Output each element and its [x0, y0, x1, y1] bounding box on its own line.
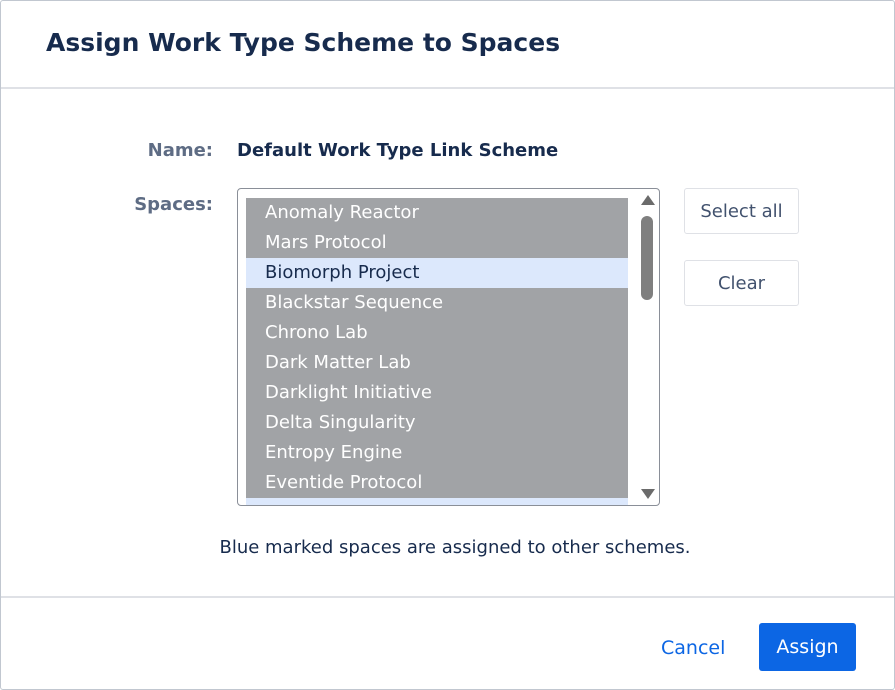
clear-button[interactable]: Clear [684, 260, 799, 306]
space-option[interactable]: Eventide Protocol [246, 468, 628, 498]
listbox-scrollbar[interactable] [637, 189, 659, 505]
space-option[interactable]: Mars Protocol [246, 228, 628, 258]
dialog-header: Assign Work Type Scheme to Spaces [1, 1, 894, 89]
assign-button[interactable]: Assign [759, 623, 856, 671]
scrollbar-thumb[interactable] [641, 216, 653, 300]
space-option[interactable]: Blackstar Sequence [246, 288, 628, 318]
space-option[interactable]: Dark Matter Lab [246, 348, 628, 378]
name-label: Name: [147, 140, 213, 161]
spaces-label: Spaces: [134, 194, 213, 215]
assigned-hint-text: Blue marked spaces are assigned to other… [219, 537, 691, 558]
scheme-name: Default Work Type Link Scheme [237, 140, 559, 161]
assign-scheme-dialog: Assign Work Type Scheme to Spaces Name: … [0, 0, 895, 690]
spaces-list: Anomaly Reactor Mars Protocol Biomorph Pro… [246, 198, 628, 505]
space-option[interactable]: Chrono Lab [246, 318, 628, 348]
spaces-listbox[interactable]: Anomaly Reactor Mars Protocol Biomorph Pro… [237, 188, 660, 506]
footer-divider [1, 596, 894, 598]
space-option[interactable]: Anomaly Reactor [246, 198, 628, 228]
scroll-down-arrow-icon[interactable] [641, 489, 655, 499]
scroll-up-arrow-icon[interactable] [641, 195, 655, 205]
space-option[interactable] [246, 498, 628, 505]
select-all-button[interactable]: Select all [684, 188, 799, 234]
space-option[interactable]: Biomorph Project [246, 258, 628, 288]
dialog-title: Assign Work Type Scheme to Spaces [46, 28, 561, 57]
cancel-link[interactable]: Cancel [661, 637, 725, 659]
space-option[interactable]: Entropy Engine [246, 438, 628, 468]
space-option[interactable]: Darklight Initiative [246, 378, 628, 408]
space-option[interactable]: Delta Singularity [246, 408, 628, 438]
